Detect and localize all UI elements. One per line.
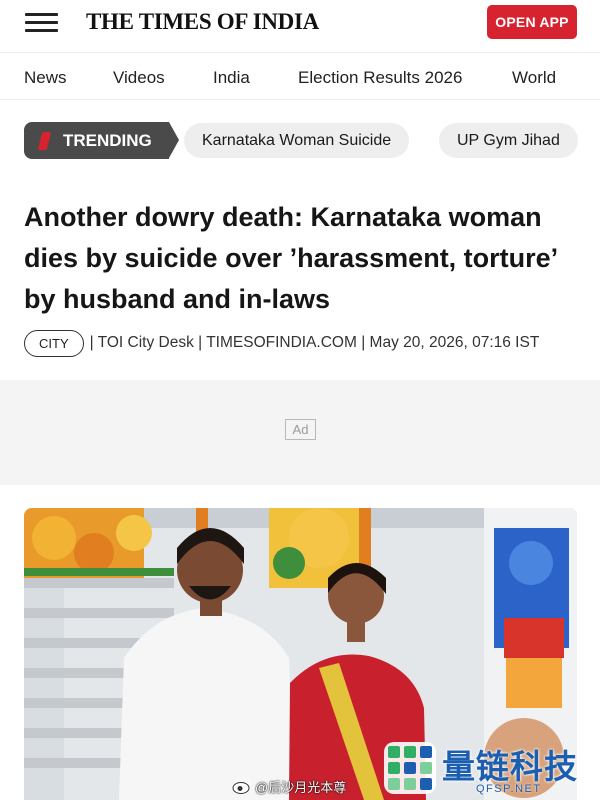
brand-watermark: 量链科技 QFSP.NET — [380, 736, 600, 800]
brand-name: 量链科技 — [442, 748, 578, 785]
article-meta: CITY | TOI City Desk | TIMESOFINDIA.COM … — [24, 328, 594, 358]
nav-item-videos[interactable]: Videos — [113, 68, 165, 88]
hamburger-menu-icon[interactable] — [25, 11, 58, 35]
trending-badge: TRENDING — [24, 122, 179, 159]
weibo-handle: @后沙月光本尊 — [255, 779, 347, 795]
trending-topic-up-gym[interactable]: UP Gym Jihad — [439, 123, 578, 158]
article-headline: Another dowry death: Karnataka woman die… — [24, 202, 557, 314]
trending-label: TRENDING — [63, 130, 152, 150]
ad-slot: Ad — [0, 380, 600, 485]
trending-topic-karnataka[interactable]: Karnataka Woman Suicide — [184, 123, 410, 158]
nav-item-election-results[interactable]: Election Results 2026 — [298, 68, 462, 88]
site-logo[interactable]: THE TIMES OF INDIA — [86, 9, 319, 35]
brand-logo-icon — [384, 742, 436, 794]
weibo-watermark: @后沙月光本尊 — [232, 776, 346, 796]
weibo-icon — [232, 779, 251, 794]
nav-item-world[interactable]: World — [512, 68, 556, 88]
trending-flame-icon — [37, 131, 52, 150]
category-tag[interactable]: CITY — [24, 329, 84, 357]
nav-item-india[interactable]: India — [213, 68, 250, 88]
trending-bar: TRENDING Karnataka Woman Suicide UP Gym … — [0, 122, 600, 160]
article-byline: | TOI City Desk | TIMESOFINDIA.COM | May… — [89, 334, 540, 351]
brand-url: QFSP.NET — [476, 783, 542, 795]
site-header: THE TIMES OF INDIA OPEN APP — [0, 0, 600, 48]
open-app-button[interactable]: OPEN APP — [487, 5, 577, 39]
section-nav: News Videos India Election Results 2026 … — [0, 52, 600, 100]
nav-item-news[interactable]: News — [24, 68, 67, 88]
ad-label: Ad — [285, 419, 316, 440]
